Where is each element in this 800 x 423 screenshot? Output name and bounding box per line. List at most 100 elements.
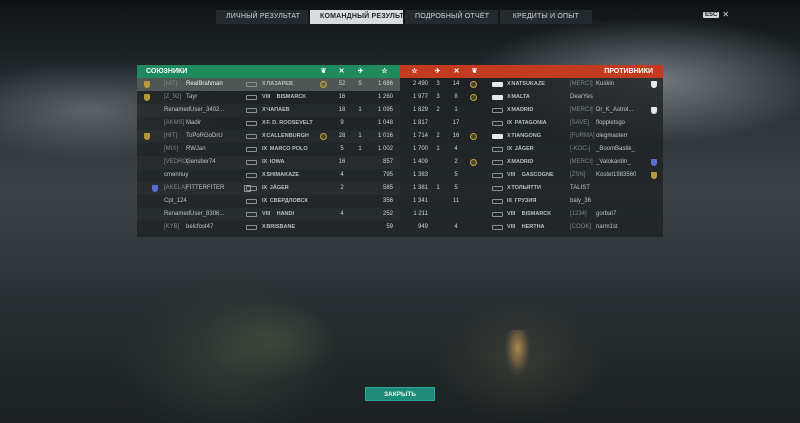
ship-name: BISMARCK xyxy=(276,94,307,100)
table-row: RenamedUser_8306... VIII HANDI 4 252 1 211 VII… xyxy=(137,208,663,221)
esc-key-label: ESC xyxy=(703,12,720,18)
enemy-row[interactable]: 1 409 2 X MADRID [MERCI] _Valokardin_ xyxy=(400,156,663,169)
enemy-row[interactable]: 949 4 VIII HERTHA [COOK] narm1st xyxy=(400,221,663,234)
planes-value: 5 xyxy=(358,81,362,87)
ally-row[interactable]: [AKELA] FITTERFITER IX JÄGER 2 585 xyxy=(137,182,400,195)
ship-name: MADRID xyxy=(511,107,534,113)
table-row: [AKMS] Madir X F. D. ROOSEVELT 9 1 048 1 817 17… xyxy=(137,117,663,130)
enemy-row[interactable]: 1 341 11 IX ГРУЗИЯ baly_36 xyxy=(400,195,663,208)
ship-icon xyxy=(246,121,257,126)
ally-row[interactable]: cmennuy X SHIMAKAZE 4 795 xyxy=(137,169,400,182)
ally-row[interactable]: [AKMS] Madir X F. D. ROOSEVELT 9 1 048 xyxy=(137,117,400,130)
ship-tier: VIII xyxy=(262,211,271,217)
tab-detailed-report[interactable]: ПОДРОБНЫЙ ОТЧЁТ xyxy=(405,10,498,24)
xp-value: 795 xyxy=(382,172,393,178)
plane-icon: ✈ xyxy=(434,68,441,75)
ship-icon xyxy=(246,108,257,113)
clan-tag: [MERCI] xyxy=(570,159,593,165)
xp-value: 252 xyxy=(382,211,393,217)
esc-close[interactable]: ESC ✕ xyxy=(703,11,729,19)
clan-tag: [MERCI] xyxy=(570,107,593,113)
enemy-row[interactable]: 1 381 1 5 X ТОЛЬЯТТИ TALIST xyxy=(400,182,663,195)
player-name: narm1st xyxy=(596,224,618,230)
enemy-row[interactable]: 1 700 1 4 IX JÄGER [-KOC-] _BoomBastik_ xyxy=(400,143,663,156)
ship-icon xyxy=(246,134,257,139)
clan-tag: [MERCI] xyxy=(570,81,593,87)
table-row: [HIT] RealBrahman X ЛАЗАРЕВ 52 5 1 686 2 490 3 14… xyxy=(137,78,663,91)
table-row: RenamedUser_3402... X ЧАПАЕВ 18 1 1 095 1 829 2… xyxy=(137,104,663,117)
ship-name: HANDI xyxy=(276,211,295,217)
enemy-row[interactable]: 1 977 3 8 X MALTA DearYes xyxy=(400,91,663,104)
division-flag-icon xyxy=(651,107,657,114)
ship-name: MALTA xyxy=(511,94,530,100)
damage-value: 5 xyxy=(454,185,458,191)
damage-value: 4 xyxy=(340,211,344,217)
tab-credits-xp[interactable]: КРЕДИТЫ И ОПЫТ xyxy=(500,10,592,24)
ally-row[interactable]: [HIT] RealBrahman X ЛАЗАРЕВ 52 5 1 686 xyxy=(137,78,400,91)
damage-value: 2 xyxy=(454,159,458,165)
damage-value: 5 xyxy=(454,172,458,178)
xp-value: 1 686 xyxy=(377,81,393,87)
player-name: gorbat7 xyxy=(596,211,617,217)
enemy-row[interactable]: 2 490 3 14 X NATSUKAZE [MERCI] Kuskin xyxy=(400,78,663,91)
ship-name: ТОЛЬЯТТИ xyxy=(511,185,541,191)
damage-value: 4 xyxy=(454,146,458,152)
tab-personal-result[interactable]: ЛИЧНЫЙ РЕЗУЛЬТАТ xyxy=(216,10,308,24)
ally-row[interactable]: [Z_92] Tayr VIII BISMARCK 16 1 260 xyxy=(137,91,400,104)
ship-icon xyxy=(492,82,503,87)
division-flag-icon xyxy=(651,172,657,179)
team-result-panel: СОЮЗНИКИ ❦ ✕ ✈ ☆ ☆ ✈ ✕ ❦ ПРОТИВНИКИ [HIT… xyxy=(137,65,663,237)
close-icon[interactable]: ✕ xyxy=(722,11,729,19)
ship-name: ЧАПАЕВ xyxy=(266,107,290,113)
damage-value: 5 xyxy=(340,146,344,152)
frag-icon: ✕ xyxy=(453,68,460,75)
medal-icon xyxy=(470,133,477,140)
enemy-row[interactable]: 1 829 2 1 X MADRID [MERCI] Dr_K_Astrol... xyxy=(400,104,663,117)
clan-tag: [ZSN] xyxy=(570,172,586,178)
planes-value: 1 xyxy=(358,133,362,139)
xp-value: 949 xyxy=(417,224,428,230)
ship-icon xyxy=(246,160,257,165)
ship-name: СВЕРДЛОВСК xyxy=(269,198,308,204)
xp-value: 1 016 xyxy=(377,133,393,139)
ally-row[interactable]: [VEDRO] Gensber74 IX IOWA 16 857 xyxy=(137,156,400,169)
planes-value: 3 xyxy=(436,81,440,87)
ship-name: TIANGONG xyxy=(511,133,542,139)
ally-row[interactable]: RenamedUser_3402... X ЧАПАЕВ 18 1 1 095 xyxy=(137,104,400,117)
ship-name: JÄGER xyxy=(514,146,534,152)
ship-name: PATAGONIA xyxy=(514,120,547,126)
damage-value: 1 xyxy=(454,107,458,113)
xp-value: 1 409 xyxy=(412,159,428,165)
damage-value: 2 xyxy=(340,185,344,191)
ship-name: ЛАЗАРЕВ xyxy=(266,81,293,87)
enemy-row[interactable]: 1 817 17 IX PATAGONIA [SAVE] floppletsgo xyxy=(400,117,663,130)
ally-row[interactable]: [KYB] belcfost47 X BRISBANE 59 xyxy=(137,221,400,234)
star-icon: ☆ xyxy=(381,68,388,75)
ship-name: JÄGER xyxy=(269,185,289,191)
ship-name: SHIMAKAZE xyxy=(266,172,300,178)
enemy-row[interactable]: 1 714 2 16 X TIANGONG [FURMA] olegmasterr xyxy=(400,130,663,143)
ally-row[interactable]: [MIX] RWJan IX MARCO POLO 5 1 1 002 xyxy=(137,143,400,156)
medal-icon xyxy=(470,94,477,101)
ship-icon xyxy=(492,147,503,152)
tab-team-result[interactable]: КОМАНДНЫЙ РЕЗУЛЬТАТ xyxy=(310,10,413,24)
clan-tag: [HIT] xyxy=(164,133,177,139)
background-smoke xyxy=(505,330,530,375)
player-name: baly_36 xyxy=(570,198,592,204)
ship-name: MARCO POLO xyxy=(269,146,308,152)
enemy-row[interactable]: 1 383 5 VIII GASCOGNE [ZSN] Kostet1983560 xyxy=(400,169,663,182)
damage-value: 14 xyxy=(452,81,460,87)
close-button[interactable]: ЗАКРЫТЬ xyxy=(365,387,435,401)
ally-row[interactable]: [HIT] ToPoRGoDrU X CALLENBURGH 28 1 1 016 xyxy=(137,130,400,143)
xp-value: 1 341 xyxy=(412,198,428,204)
ally-row[interactable]: Cpt_124 IX СВЕРДЛОВСК 356 xyxy=(137,195,400,208)
ship-icon xyxy=(246,173,257,178)
ship-tier: VIII xyxy=(507,211,516,217)
ally-row[interactable]: RenamedUser_8306... VIII HANDI 4 252 xyxy=(137,208,400,221)
table-row: [VEDRO] Gensber74 IX IOWA 16 857 1 409 2 X MADRID… xyxy=(137,156,663,169)
ship-tier: VIII xyxy=(507,172,516,178)
frag-icon: ✕ xyxy=(338,68,345,75)
damage-value: 4 xyxy=(454,224,458,230)
enemy-row[interactable]: 1 211 VIII BISMARCK [1234] gorbat7 xyxy=(400,208,663,221)
clan-tag: [HIT] xyxy=(164,81,177,87)
